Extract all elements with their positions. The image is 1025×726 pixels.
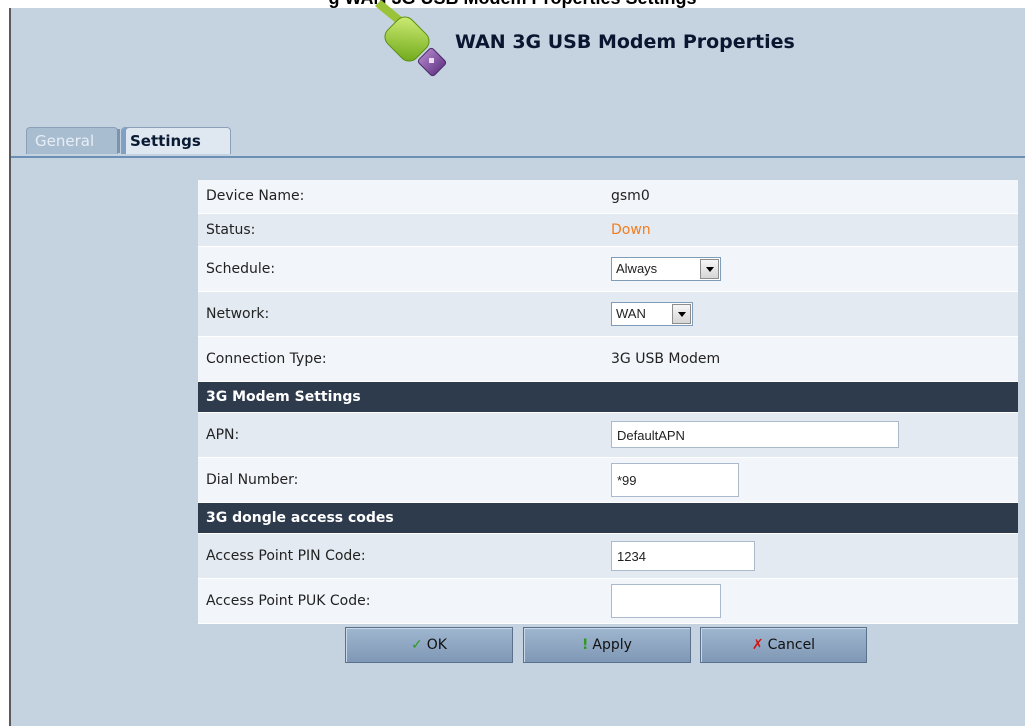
top-caption: g WAN 3G USB Modem Properties Settings bbox=[0, 0, 1025, 8]
checkmark-icon: ✓ bbox=[411, 637, 423, 653]
schedule-label: Schedule: bbox=[198, 246, 611, 292]
dial-number-label: Dial Number: bbox=[198, 457, 611, 503]
network-value: WAN bbox=[616, 305, 646, 321]
exclamation-icon: ! bbox=[582, 637, 589, 653]
dial-number-input[interactable]: *99 bbox=[611, 462, 739, 497]
table-row: APN: DefaultAPN bbox=[198, 412, 1018, 458]
table-row: Status: Down bbox=[198, 213, 1018, 247]
chevron-down-icon[interactable] bbox=[672, 303, 691, 324]
dongle-codes-title: 3G dongle access codes bbox=[198, 502, 1018, 534]
table-row: Schedule: Always bbox=[198, 246, 1018, 292]
puk-code-input[interactable] bbox=[611, 583, 721, 618]
chevron-down-icon[interactable] bbox=[700, 258, 719, 279]
app-frame: g WAN 3G USB Modem Properties Settings W… bbox=[0, 0, 1025, 726]
status-value: Down bbox=[611, 213, 1018, 247]
schedule-select[interactable]: Always bbox=[611, 256, 721, 281]
pin-code-input[interactable]: 1234 bbox=[611, 540, 755, 571]
table-row: Access Point PUK Code: bbox=[198, 578, 1018, 624]
apply-button[interactable]: ! Apply bbox=[523, 627, 691, 663]
modem-settings-title: 3G Modem Settings bbox=[198, 381, 1018, 413]
schedule-value: Always bbox=[616, 260, 658, 276]
cancel-label: Cancel bbox=[767, 637, 816, 653]
tab-underline bbox=[11, 156, 1025, 158]
table-row: Access Point PIN Code: 1234 bbox=[198, 533, 1018, 579]
network-select[interactable]: WAN bbox=[611, 301, 693, 326]
ok-label: OK bbox=[426, 637, 447, 653]
network-label: Network: bbox=[198, 291, 611, 337]
tab-settings[interactable]: Settings bbox=[121, 127, 231, 154]
table-row: Connection Type: 3G USB Modem bbox=[198, 336, 1018, 382]
device-name-label: Device Name: bbox=[198, 180, 611, 214]
ok-button[interactable]: ✓ OK bbox=[345, 627, 513, 663]
status-label: Status: bbox=[198, 213, 611, 247]
apn-label: APN: bbox=[198, 412, 611, 458]
table-row: Device Name: gsm0 bbox=[198, 180, 1018, 214]
page-title: WAN 3G USB Modem Properties bbox=[455, 31, 795, 53]
connection-type-label: Connection Type: bbox=[198, 336, 611, 382]
table-row: Dial Number: *99 bbox=[198, 457, 1018, 503]
pin-code-label: Access Point PIN Code: bbox=[198, 533, 611, 579]
cross-icon: ✗ bbox=[751, 637, 764, 653]
apn-input[interactable]: DefaultAPN bbox=[611, 421, 899, 448]
device-name-value: gsm0 bbox=[611, 180, 1018, 214]
tab-general[interactable]: General bbox=[26, 127, 118, 154]
puk-code-label: Access Point PUK Code: bbox=[198, 578, 611, 624]
settings-table: Device Name: gsm0 Status: Down Schedule:… bbox=[198, 180, 1018, 624]
apply-label: Apply bbox=[592, 637, 632, 653]
table-row: Network: WAN bbox=[198, 291, 1018, 337]
section-header: 3G Modem Settings bbox=[198, 381, 1018, 413]
button-bar: ✓ OK ! Apply ✗ Cancel bbox=[198, 625, 1018, 671]
usb-modem-icon bbox=[375, 0, 447, 77]
tab-separator bbox=[117, 129, 120, 153]
connection-type-value: 3G USB Modem bbox=[611, 336, 1018, 382]
section-header: 3G dongle access codes bbox=[198, 502, 1018, 534]
cancel-button[interactable]: ✗ Cancel bbox=[700, 627, 867, 663]
